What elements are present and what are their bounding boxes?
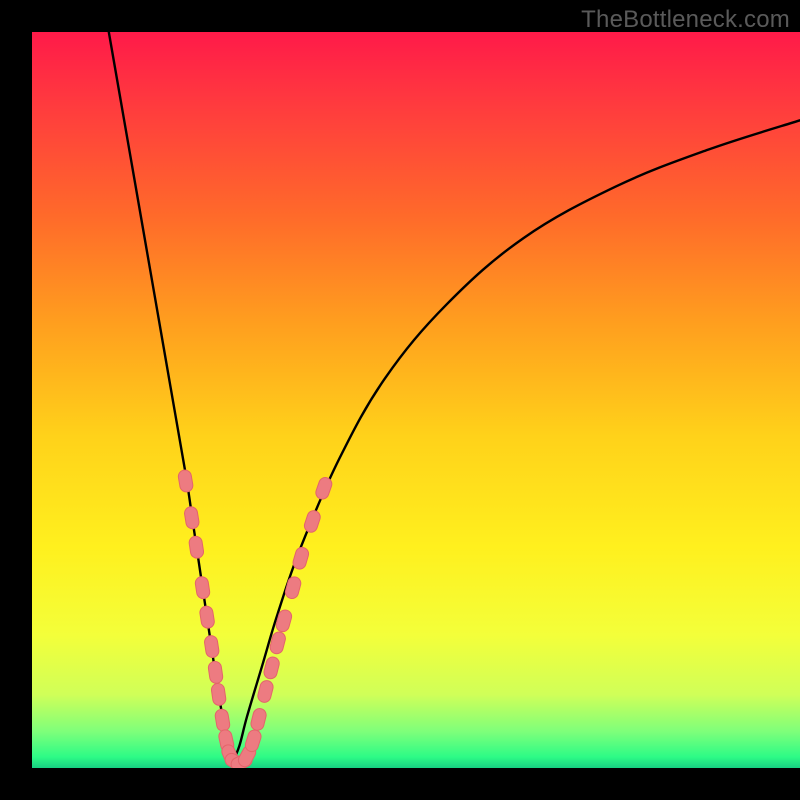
plot-area	[32, 32, 800, 768]
background-gradient	[32, 32, 800, 768]
watermark-text: TheBottleneck.com	[581, 6, 790, 34]
chart-frame: TheBottleneck.com	[0, 0, 800, 800]
